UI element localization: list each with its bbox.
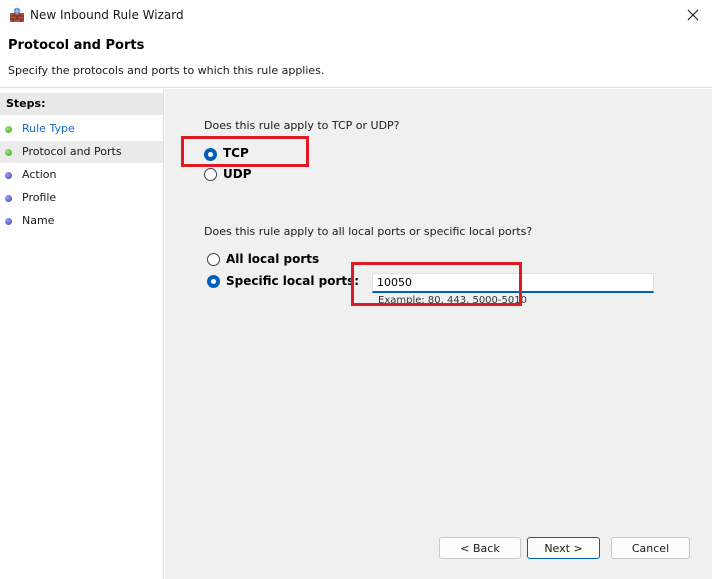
tcp-highlight-box — [181, 136, 309, 167]
step-label: Action — [22, 168, 57, 181]
steps-header: Steps: — [0, 93, 163, 115]
title-bar: New Inbound Rule Wizard — [0, 0, 712, 30]
protocol-question: Does this rule apply to TCP or UDP? — [204, 119, 400, 132]
wizard-content: Does this rule apply to TCP or UDP? TCP … — [165, 89, 712, 579]
window-title: New Inbound Rule Wizard — [30, 8, 184, 22]
page-title: Protocol and Ports — [8, 38, 145, 53]
cancel-button[interactable]: Cancel — [611, 537, 690, 559]
step-label: Name — [22, 214, 55, 227]
back-button[interactable]: < Back — [439, 537, 521, 559]
steps-label: Steps: — [6, 97, 46, 110]
close-icon — [687, 6, 699, 25]
specific-ports-radio[interactable] — [207, 275, 220, 288]
specific-ports-label[interactable]: Specific local ports: — [226, 274, 359, 288]
step-complete-icon — [5, 149, 12, 156]
step-name: Name — [0, 210, 163, 232]
step-rule-type[interactable]: Rule Type — [0, 118, 163, 140]
ports-question: Does this rule apply to all local ports … — [204, 225, 533, 238]
steps-sidebar: Steps: Rule Type Protocol and Ports Acti… — [0, 89, 164, 579]
step-label: Rule Type — [22, 122, 75, 135]
step-pending-icon — [5, 218, 12, 225]
step-action: Action — [0, 164, 163, 186]
firewall-wall-icon — [9, 7, 25, 23]
step-pending-icon — [5, 195, 12, 202]
step-protocol-and-ports: Protocol and Ports — [0, 141, 163, 163]
udp-label[interactable]: UDP — [223, 167, 252, 181]
step-profile: Profile — [0, 187, 163, 209]
wizard-window: New Inbound Rule Wizard Protocol and Por… — [0, 0, 712, 579]
step-label: Protocol and Ports — [22, 145, 122, 158]
udp-radio[interactable] — [204, 168, 217, 181]
next-button[interactable]: Next > — [527, 537, 600, 559]
page-subtitle: Specify the protocols and ports to which… — [8, 64, 325, 77]
all-ports-label[interactable]: All local ports — [226, 252, 319, 266]
step-complete-icon — [5, 126, 12, 133]
step-pending-icon — [5, 172, 12, 179]
ports-highlight-box — [351, 262, 522, 306]
close-button[interactable] — [682, 4, 704, 26]
step-label: Profile — [22, 191, 57, 204]
all-ports-radio[interactable] — [207, 253, 220, 266]
page-header: Protocol and Ports Specify the protocols… — [0, 30, 712, 88]
